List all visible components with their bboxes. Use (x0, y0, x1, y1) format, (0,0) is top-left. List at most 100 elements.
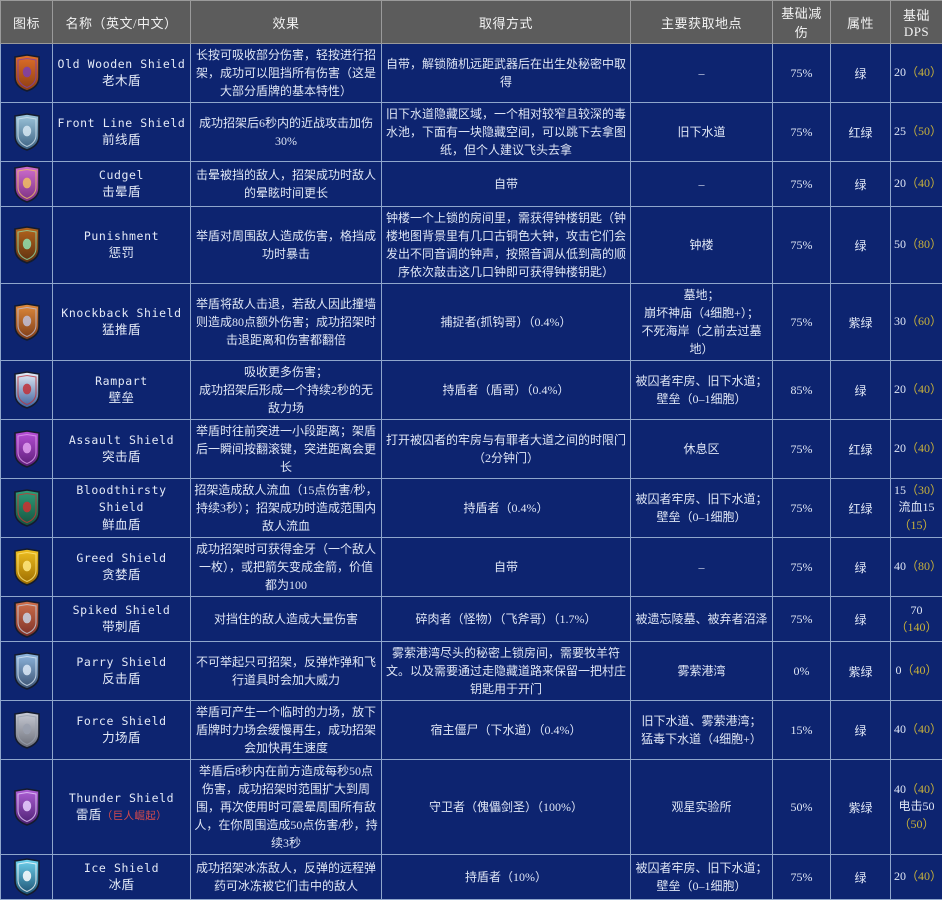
shield-name-en: Assault Shield (56, 432, 187, 449)
dps-base-value: 40 (894, 722, 906, 736)
dps-line: 电击50 (894, 798, 939, 815)
dps-base-value: 40 (894, 782, 906, 796)
knockback-shield-icon (10, 302, 44, 342)
greed-shield-icon (10, 547, 44, 587)
table-row: Knockback Shield猛推盾举盾将敌人击退，若敌人因此撞墙则造成80点… (1, 284, 942, 361)
table-header-row: 图标 名称（英文/中文） 效果 取得方式 主要获取地点 基础减伤 属性 基础DP… (1, 1, 942, 44)
shield-dps-cell: 20（40） (891, 44, 942, 103)
shield-attribute-cell: 紫绿 (831, 760, 891, 855)
shield-obtain-cell: 守卫者（傀儡剑圣）（100%） (382, 760, 631, 855)
dps-base-value: 25 (894, 124, 906, 138)
shield-damage-reduction-cell: 75% (773, 207, 831, 284)
shield-name-en: Front Line Shield (56, 115, 187, 132)
shield-damage-reduction-cell: 75% (773, 597, 831, 642)
rampart-shield-icon (10, 370, 44, 410)
table-row: Assault Shield突击盾举盾时往前突进一小段距离；架盾后一瞬间按翻滚键… (1, 420, 942, 479)
column-header-name: 名称（英文/中文） (53, 1, 191, 44)
dps-line: 30（60） (894, 313, 939, 330)
shield-effect-cell: 成功招架时可获得金牙（一个敌人一枚），或把箭矢变成金箭，价值都为100 (191, 538, 382, 597)
dps-base-value: 70 (911, 603, 923, 617)
shield-icon-cell (1, 162, 53, 207)
shield-name-cell: Assault Shield突击盾 (53, 420, 191, 479)
shield-damage-reduction-cell: 75% (773, 479, 831, 538)
spiked-shield-icon (10, 599, 44, 639)
dps-line: 20（40） (894, 381, 939, 398)
shield-icon-cell (1, 597, 53, 642)
shield-location-cell: 休息区 (631, 420, 773, 479)
shield-name-cell: Ice Shield冰盾 (53, 855, 191, 900)
shield-name-cn: 鲜血盾 (56, 516, 187, 534)
shield-attribute-cell: 绿 (831, 538, 891, 597)
shield-name-cn: 击晕盾 (56, 183, 187, 201)
column-header-attribute: 属性 (831, 1, 891, 44)
shield-name-cell: Rampart壁垒 (53, 361, 191, 420)
shield-damage-reduction-cell: 75% (773, 538, 831, 597)
shield-icon-cell (1, 538, 53, 597)
shield-name-cn: 壁垒 (56, 389, 187, 407)
shield-damage-reduction-cell: 75% (773, 103, 831, 162)
shield-icon-cell (1, 701, 53, 760)
shield-damage-reduction-cell: 75% (773, 162, 831, 207)
shield-effect-cell: 吸收更多伤害； 成功招架后形成一个持续2秒的无敌力场 (191, 361, 382, 420)
shield-location-cell: 旧下水道 (631, 103, 773, 162)
shield-name-cn: 力场盾 (56, 729, 187, 747)
shield-name-cn: 老木盾 (56, 72, 187, 90)
shield-obtain-cell: 自带 (382, 538, 631, 597)
table-row: Greed Shield贪婪盾成功招架时可获得金牙（一个敌人一枚），或把箭矢变成… (1, 538, 942, 597)
dps-line: 20（40） (894, 868, 939, 885)
shield-attribute-cell: 绿 (831, 855, 891, 900)
shield-name-cn: 猛推盾 (56, 321, 187, 339)
punishment-shield-icon (10, 225, 44, 265)
shield-name-cell: Knockback Shield猛推盾 (53, 284, 191, 361)
shield-icon-cell (1, 44, 53, 103)
column-header-icon: 图标 (1, 1, 53, 44)
shield-effect-cell: 击晕被挡的敌人，招架成功时敌人的晕眩时间更长 (191, 162, 382, 207)
shield-location-cell: – (631, 162, 773, 207)
shield-obtain-cell: 持盾者（盾哥）（0.4%） (382, 361, 631, 420)
shield-obtain-cell: 持盾者（0.4%） (382, 479, 631, 538)
shield-location-cell: 被囚者牢房、旧下水道； 壁垒（0–1细胞） (631, 855, 773, 900)
dps-line: （140） (894, 619, 939, 636)
shield-location-cell: 雾萦港湾 (631, 642, 773, 701)
shield-name-cn: 惩罚 (56, 244, 187, 262)
shield-location-cell: 墓地； 崩坏神庙（4细胞+）； 不死海岸（之前去过墓地） (631, 284, 773, 361)
dps-upgraded-value: （50） (898, 817, 934, 831)
dps-line: 20（40） (894, 64, 939, 81)
shield-attribute-cell: 紫绿 (831, 284, 891, 361)
shield-icon-cell (1, 103, 53, 162)
shield-icon-cell (1, 760, 53, 855)
dps-base-value: 40 (894, 559, 906, 573)
shield-icon-cell (1, 284, 53, 361)
shield-effect-cell: 对挡住的敌人造成大量伤害 (191, 597, 382, 642)
dps-line: 40（80） (894, 558, 939, 575)
dps-upgraded-value: （50） (906, 124, 942, 138)
dps-base-value: 15 (894, 483, 906, 497)
column-header-effect: 效果 (191, 1, 382, 44)
shield-dps-cell: 20（40） (891, 361, 942, 420)
shield-dps-cell: 40（40）电击50 （50） (891, 760, 942, 855)
table-row: Spiked Shield带刺盾对挡住的敌人造成大量伤害碎肉者（怪物）（飞斧哥）… (1, 597, 942, 642)
dps-line: 25（50） (894, 123, 939, 140)
dps-base-value: 20 (894, 65, 906, 79)
shield-obtain-cell: 自带，解锁随机远距武器后在出生处秘密中取得 (382, 44, 631, 103)
dps-line: 40（40） (894, 781, 939, 798)
shield-obtain-cell: 持盾者（10%） (382, 855, 631, 900)
shield-name-cn: 反击盾 (56, 670, 187, 688)
shield-obtain-cell: 打开被囚者的牢房与有罪者大道之间的时限门（2分钟门） (382, 420, 631, 479)
dps-upgraded-value: （30） (906, 483, 942, 497)
shield-obtain-cell: 旧下水道隐藏区域，一个相对较窄且较深的毒水池，下面有一块隐藏空间，可以跳下去拿图… (382, 103, 631, 162)
shield-name-en: Greed Shield (56, 550, 187, 567)
shield-name-en: Punishment (56, 228, 187, 245)
shield-dps-cell: 15（30）流血15（15） (891, 479, 942, 538)
dps-line: 70 (894, 602, 939, 619)
table-row: Old Wooden Shield老木盾长按可吸收部分伤害，轻按进行招架，成功可… (1, 44, 942, 103)
shield-icon-cell (1, 855, 53, 900)
shield-name-cell: Punishment惩罚 (53, 207, 191, 284)
table-body: Old Wooden Shield老木盾长按可吸收部分伤害，轻按进行招架，成功可… (1, 44, 942, 900)
old-wooden-shield-icon (10, 53, 44, 93)
shield-name-cell: Front Line Shield前线盾 (53, 103, 191, 162)
shield-name-en: Ice Shield (56, 860, 187, 877)
shield-obtain-cell: 雾萦港湾尽头的秘密上锁房间，需要牧羊符文。以及需要通过走隐藏道路来保留一把村庄钥… (382, 642, 631, 701)
shield-icon-cell (1, 207, 53, 284)
shield-damage-reduction-cell: 75% (773, 855, 831, 900)
